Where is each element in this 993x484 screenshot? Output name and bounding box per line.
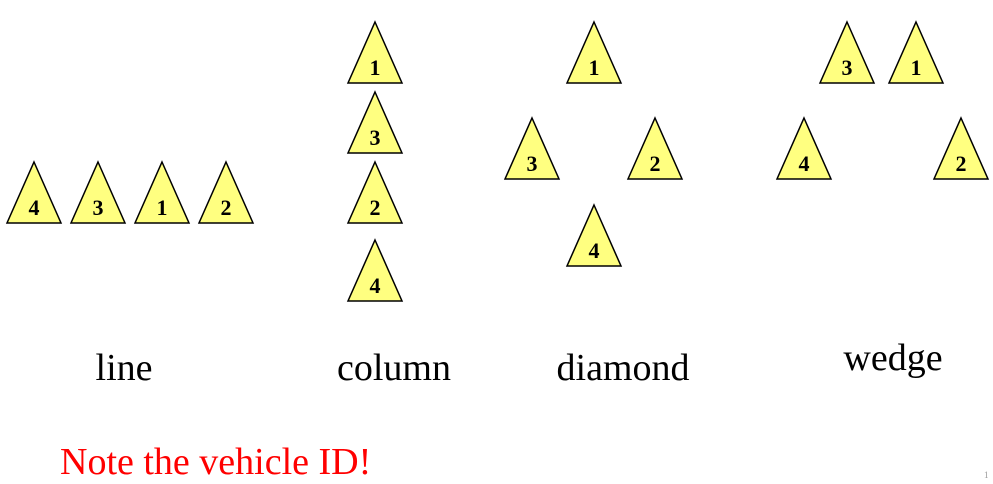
vehicle-id: 3 [527,151,538,176]
vehicle-id: 3 [93,195,104,220]
formation-label-diamond: diamond [556,347,690,389]
vehicle-id: 2 [956,151,967,176]
vehicle-id: 1 [911,55,922,80]
vehicle-1-diamond: 1 [565,20,623,84]
vehicle-id: 4 [589,238,600,263]
vehicle-id: 3 [370,125,381,150]
vehicle-id: 4 [370,273,381,298]
vehicle-2-diamond: 2 [626,116,684,180]
vehicle-id: 3 [842,55,853,80]
vehicle-3-line: 3 [69,160,127,224]
vehicle-3-diamond: 3 [503,116,561,180]
formation-label-column: column [337,347,451,389]
vehicle-2-line: 2 [197,160,255,224]
vehicle-2-wedge: 2 [932,116,990,180]
vehicle-id: 1 [589,55,600,80]
vehicle-3-wedge: 3 [818,20,876,84]
vehicle-id: 1 [370,55,381,80]
vehicle-id: 2 [221,195,232,220]
vehicle-4-diamond: 4 [565,203,623,267]
formation-wedge: 3 1 4 2 [775,20,990,180]
formation-label-line: line [95,347,153,389]
formation-label-wedge: wedge [843,337,943,379]
vehicle-id: 2 [370,195,381,220]
vehicle-4-column: 4 [346,238,404,302]
vehicle-1-line: 1 [133,160,191,224]
formation-diagram: 4 3 1 2 1 3 2 4 1 3 2 4 3 1 4 2 [5,20,990,302]
vehicle-id: 4 [799,151,810,176]
vehicle-id: 4 [29,195,40,220]
vehicle-4-wedge: 4 [775,116,833,180]
vehicle-id: 1 [157,195,168,220]
formation-line: 4 3 1 2 [5,160,255,224]
vehicle-id: 2 [650,151,661,176]
vehicle-4-line: 4 [5,160,63,224]
formation-diamond: 1 3 2 4 [503,20,684,267]
note-text: Note the vehicle ID! [60,441,372,483]
vehicle-1-wedge: 1 [887,20,945,84]
vehicle-3-column: 3 [346,90,404,154]
vehicle-1-column: 1 [346,20,404,84]
page-number: 1 [984,470,989,480]
vehicle-2-column: 2 [346,160,404,224]
formation-column: 1 3 2 4 [346,20,404,302]
